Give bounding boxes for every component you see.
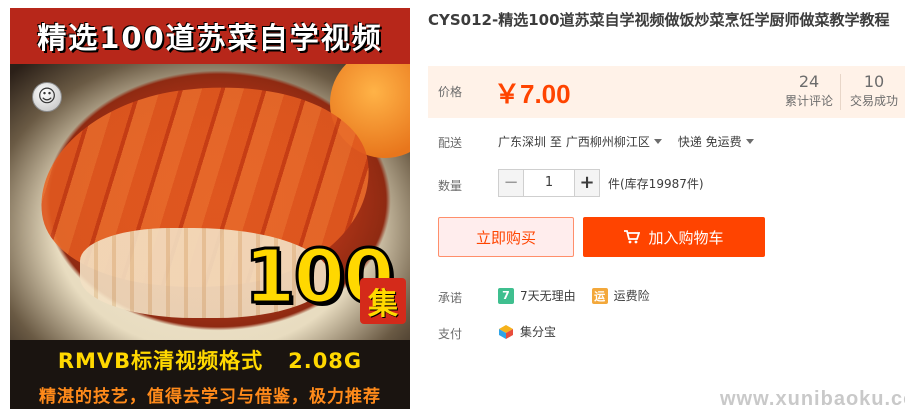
add-to-cart-button[interactable]: 加入购物车 xyxy=(583,217,765,257)
add-to-cart-label: 加入购物车 xyxy=(648,228,724,247)
image-title-text: 精选100道苏菜自学视频 xyxy=(37,21,383,55)
reviews-stat[interactable]: 24 累计评论 xyxy=(783,72,835,110)
format-text: RMVB标清视频格式 2.08G xyxy=(57,349,363,373)
quantity-label: 数量 xyxy=(438,179,463,193)
jifenbao-icon xyxy=(499,324,513,339)
image-title-band: 精选100道苏菜自学视频 xyxy=(10,8,410,64)
shipping-insurance-icon: 运 xyxy=(591,287,608,304)
shipping-destination-select[interactable]: 广西柳州柳江区 xyxy=(566,133,674,150)
shipping-destination: 广西柳州柳江区 xyxy=(565,135,650,149)
promise-item-7day[interactable]: 7 7天无理由 xyxy=(498,287,576,304)
promise-label: 承诺 xyxy=(438,291,463,305)
payment-method: 集分宝 xyxy=(520,325,557,339)
quantity-stepper: − 1 + 件(库存19987件) xyxy=(498,169,704,197)
promise-item-shipping-insurance[interactable]: 运 运费险 xyxy=(591,287,650,304)
quantity-input[interactable]: 1 xyxy=(524,169,574,197)
reviews-count: 24 xyxy=(798,72,820,91)
price-panel: 价格 ￥7.00 24 累计评论 10 交易成功 xyxy=(428,66,905,118)
seven-day-return-icon: 7 xyxy=(498,287,514,304)
shipping-from: 广东深圳 至 xyxy=(498,135,562,149)
price-value: ￥7.00 xyxy=(494,79,571,109)
payment-row[interactable]: 集分宝 xyxy=(498,323,556,340)
reviews-label: 累计评论 xyxy=(784,94,833,108)
buy-now-label: 立即购买 xyxy=(475,228,536,247)
slogan-band: 精湛的技艺，值得去学习与借鉴，极力推荐 xyxy=(10,380,410,409)
promise-row: 7 7天无理由 运 运费险 xyxy=(498,287,650,304)
price-label: 价格 xyxy=(438,85,463,99)
stat-divider xyxy=(840,74,841,110)
shipping-row: 广东深圳 至 广西柳州柳江区 快递 免运费 xyxy=(498,133,766,150)
slogan-text: 精湛的技艺，值得去学习与借鉴，极力推荐 xyxy=(39,387,381,407)
shipping-method: 快递 免运费 xyxy=(677,135,742,149)
chevron-down-icon xyxy=(745,139,754,144)
sales-stat: 10 交易成功 xyxy=(848,72,900,110)
stock-text: 件(库存19987件) xyxy=(608,176,704,191)
smiley-icon: ☺ xyxy=(32,82,62,112)
promise-item-label: 运费险 xyxy=(613,289,650,303)
format-band: RMVB标清视频格式 2.08G xyxy=(10,340,410,380)
product-image[interactable]: 精选100道苏菜自学视频 ☺ 100 集 RMVB标清视频格式 2.08G 精湛… xyxy=(10,8,410,409)
shipping-label: 配送 xyxy=(438,136,463,150)
payment-label: 支付 xyxy=(438,327,463,341)
promise-item-label: 7天无理由 xyxy=(520,289,576,303)
quantity-decrease-button[interactable]: − xyxy=(498,169,524,197)
shipping-method-select[interactable]: 快递 免运费 xyxy=(678,133,766,150)
quantity-increase-button[interactable]: + xyxy=(574,169,600,197)
site-watermark: www.xunibaoku.com xyxy=(720,388,905,410)
sales-count: 10 xyxy=(863,72,885,91)
buy-now-button[interactable]: 立即购买 xyxy=(438,217,574,257)
sales-label: 交易成功 xyxy=(849,94,898,108)
product-title: CYS012-精选100道苏菜自学视频做饭炒菜烹饪学厨师做菜教学教程 xyxy=(428,11,890,29)
chevron-down-icon xyxy=(653,139,662,144)
episode-unit: 集 xyxy=(360,278,406,324)
cart-icon xyxy=(624,230,641,244)
